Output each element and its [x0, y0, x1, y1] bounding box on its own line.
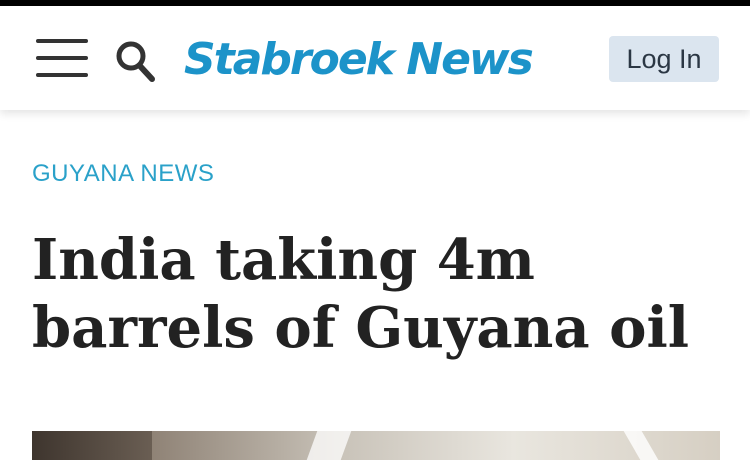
site-header: Stabroek News Log In [0, 6, 750, 110]
article-image [32, 431, 720, 460]
login-button[interactable]: Log In [609, 36, 719, 82]
site-logo[interactable]: Stabroek News [184, 32, 534, 88]
section-link[interactable]: GUYANA NEWS [32, 160, 214, 188]
search-icon[interactable] [114, 38, 158, 84]
article-headline: India taking 4m barrels of Guyana oil [32, 227, 690, 361]
hamburger-menu-icon[interactable] [36, 39, 88, 79]
